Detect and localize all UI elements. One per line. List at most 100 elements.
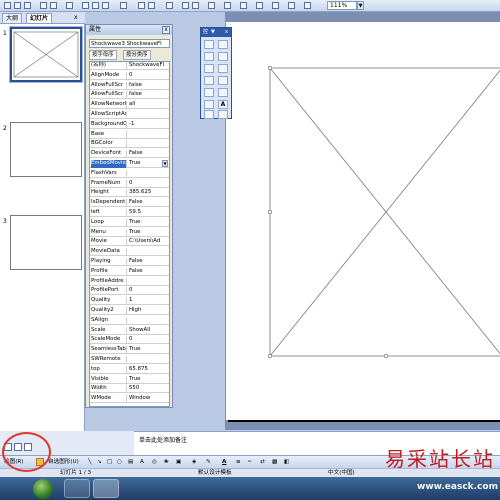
font-color-icon[interactable]: A xyxy=(222,458,226,467)
slide-thumbnail-3[interactable] xyxy=(10,215,82,270)
option-button-icon[interactable] xyxy=(218,64,228,73)
fill-color-icon[interactable]: ◈ xyxy=(192,458,196,467)
open-icon[interactable] xyxy=(14,2,21,9)
chevron-down-icon[interactable]: ▼ xyxy=(357,1,364,10)
copy-icon[interactable] xyxy=(92,2,99,9)
image-control-icon[interactable] xyxy=(204,110,214,119)
property-row[interactable]: Width 550 xyxy=(90,385,169,394)
property-row[interactable]: Scale ShowAll xyxy=(90,326,169,335)
property-row[interactable]: Playing False xyxy=(90,258,169,266)
tab-categorized[interactable]: 按分类序 xyxy=(123,50,151,60)
property-row[interactable]: AllowScriptAc xyxy=(90,111,169,119)
property-row[interactable]: Quality2 High xyxy=(90,307,169,315)
property-row[interactable]: ProfilePort 0 xyxy=(90,287,169,296)
slide-canvas[interactable] xyxy=(226,22,500,420)
oval-icon[interactable]: ○ xyxy=(117,458,122,467)
property-value[interactable] xyxy=(129,131,169,139)
property-value[interactable]: False xyxy=(129,268,169,276)
property-row[interactable]: left 59.5 xyxy=(90,209,169,217)
arrow-style-icon[interactable]: ⇄ xyxy=(260,458,265,467)
textbox-icon[interactable] xyxy=(208,2,215,9)
spin-button-icon[interactable] xyxy=(218,88,228,97)
tab-slides[interactable]: 幻灯片 xyxy=(26,13,53,23)
property-value[interactable] xyxy=(129,317,169,325)
tab-alphabetic[interactable]: 按字母序 xyxy=(89,50,117,60)
slide-thumbnail-2[interactable] xyxy=(10,122,82,177)
property-value[interactable]: False xyxy=(129,258,169,266)
object-select[interactable]: Shockwave3 ShockwaveFl xyxy=(89,39,170,48)
start-button[interactable] xyxy=(33,479,53,499)
color-icon[interactable] xyxy=(288,2,295,9)
arrow-icon[interactable]: ↘ xyxy=(97,458,102,467)
property-row[interactable]: SeamlessTabb True xyxy=(90,346,169,355)
line-style-icon[interactable]: ≡ xyxy=(236,458,241,467)
clipart-icon[interactable]: ❀ xyxy=(164,458,169,467)
combobox-icon[interactable] xyxy=(218,76,228,85)
close-icon[interactable]: x xyxy=(225,28,228,37)
expand-icon[interactable] xyxy=(240,2,247,9)
properties-title[interactable]: 属性 xyxy=(86,25,172,35)
property-value[interactable]: True xyxy=(129,346,169,354)
property-row[interactable]: EmbedMovie True ▼ xyxy=(90,160,169,168)
property-value[interactable]: 0 xyxy=(129,336,169,344)
property-row[interactable]: Movie C:\Users\Ad xyxy=(90,238,169,247)
zoom-select[interactable]: 111% xyxy=(327,1,357,10)
property-value[interactable]: false xyxy=(129,91,169,99)
design-mode-icon[interactable] xyxy=(204,40,214,49)
property-value[interactable] xyxy=(129,140,169,148)
line-color-icon[interactable]: ✎ xyxy=(206,458,211,467)
print-icon[interactable] xyxy=(40,2,47,9)
textbox-control-icon[interactable] xyxy=(218,52,228,61)
property-row[interactable]: Loop True xyxy=(90,218,169,227)
property-value[interactable]: 385.625 xyxy=(129,189,169,197)
control-toolbox[interactable]: 控 ▼ x A xyxy=(200,27,232,119)
property-row[interactable]: top 65.875 xyxy=(90,365,169,374)
line-icon[interactable]: ╲ xyxy=(88,458,91,467)
property-value[interactable]: High xyxy=(129,307,169,315)
property-value[interactable]: 59.5 xyxy=(129,209,169,217)
property-row[interactable]: FlashVars xyxy=(90,169,169,178)
property-value[interactable]: True xyxy=(129,229,169,237)
property-value[interactable]: False xyxy=(129,150,169,158)
property-value[interactable] xyxy=(129,248,169,256)
property-row[interactable]: Visible True xyxy=(90,375,169,384)
chevron-down-icon[interactable]: ▼ xyxy=(211,28,215,37)
property-row[interactable]: IsDependent False xyxy=(90,199,169,208)
property-row[interactable]: Menu True xyxy=(90,228,169,237)
property-value[interactable]: 550 xyxy=(129,385,169,393)
property-value[interactable]: False xyxy=(129,199,169,207)
property-value[interactable]: ShowAll xyxy=(129,327,169,335)
property-value[interactable]: 0 xyxy=(129,72,169,80)
property-row[interactable]: FrameNum 0 xyxy=(90,179,169,188)
show-formatting-icon[interactable] xyxy=(272,2,279,9)
taskbar-powerpoint[interactable] xyxy=(93,479,119,498)
listbox-icon[interactable] xyxy=(204,76,214,85)
property-row[interactable]: AllowFullScr false xyxy=(90,91,169,100)
property-row[interactable]: AllowFullScr false xyxy=(90,81,169,90)
properties-icon[interactable] xyxy=(218,40,228,49)
property-row[interactable]: SAlign xyxy=(90,316,169,325)
paste-icon[interactable] xyxy=(102,2,109,9)
property-row[interactable]: (名称) ShockwaveFl xyxy=(90,62,169,70)
close-icon[interactable]: x xyxy=(162,26,170,34)
property-row[interactable]: MovieData xyxy=(90,248,169,257)
property-row[interactable]: AllowNetworki all xyxy=(90,101,169,110)
picture-icon[interactable]: ▣ xyxy=(176,458,181,467)
rectangle-icon[interactable]: □ xyxy=(107,458,112,467)
image-icon[interactable] xyxy=(224,2,231,9)
property-value[interactable]: True xyxy=(129,219,169,227)
autoshapes-menu[interactable]: 自选图形(U) xyxy=(48,458,79,467)
property-value[interactable]: True xyxy=(129,376,169,384)
more-controls-icon[interactable] xyxy=(218,110,228,119)
close-icon[interactable]: x xyxy=(74,14,78,21)
property-value[interactable] xyxy=(129,111,169,119)
diagram-icon[interactable]: ◎ xyxy=(152,458,157,467)
table-icon[interactable] xyxy=(182,2,189,9)
label-control-icon[interactable]: A xyxy=(218,100,228,109)
3d-icon[interactable]: ◧ xyxy=(284,458,289,467)
property-row[interactable]: BackgroundCol-1 xyxy=(90,120,169,129)
property-value[interactable] xyxy=(129,170,169,178)
chevron-down-icon[interactable]: ▼ xyxy=(162,160,168,167)
property-row[interactable]: ProfileAddre xyxy=(90,277,169,286)
cut-icon[interactable] xyxy=(82,2,89,9)
